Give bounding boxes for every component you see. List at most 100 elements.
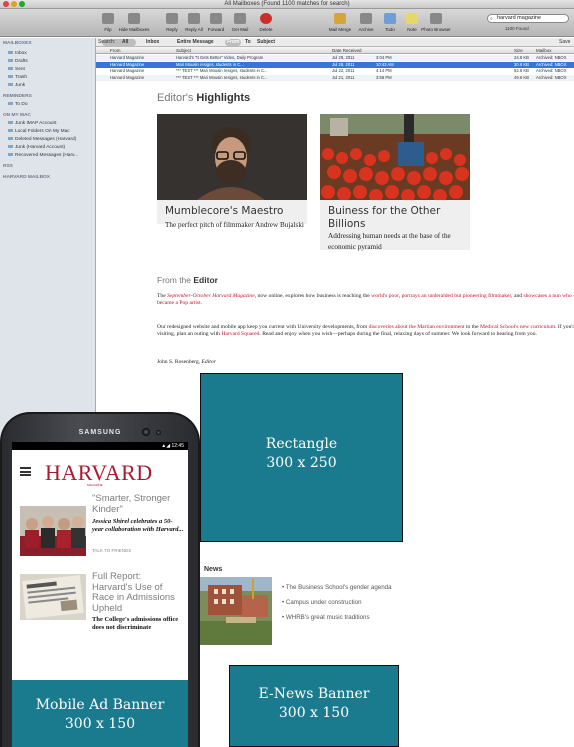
message-from: Harvard Magazine	[110, 74, 145, 80]
flip-button[interactable]: Filp	[96, 11, 120, 35]
phone-screen: ▲◢ 12:45 HARVARD MAGAZINE "Smarter, Stro…	[12, 442, 188, 747]
todo-icon	[384, 13, 396, 24]
message-mailbox: Archived: NBOX	[536, 61, 567, 67]
sidebar-mailbox-item[interactable]: Deleted Messages (Harvard)	[0, 136, 96, 143]
story-2-headline: Full Report: Harvard's Use of Race in Ad…	[92, 571, 175, 614]
column-size[interactable]: Size	[514, 47, 523, 54]
toolbar: Filp Hide Mailboxes Reply Reply All Forw…	[0, 9, 574, 37]
campus-construction-photo[interactable]	[200, 577, 272, 645]
folder-icon	[8, 83, 13, 87]
search-result-count: 1100 Found	[505, 26, 529, 31]
forward-icon	[210, 13, 222, 24]
sidebar-mailbox-item[interactable]: Sent	[0, 66, 96, 73]
enews-banner-ad-placeholder[interactable]: E-News Banner 300 x 150	[229, 665, 399, 747]
rectangle-ad-placeholder[interactable]: Rectangle 300 x 250	[200, 373, 403, 542]
message-row[interactable]: Harvard Magazine Mari Mousin resigns, stu…	[96, 61, 574, 68]
message-mailbox: Archived: NBOX	[536, 55, 567, 60]
filmmaker-link[interactable]: portrays an underalded but pioneering fi…	[402, 293, 512, 299]
scope-from[interactable]: From	[227, 38, 240, 47]
curriculum-link[interactable]: Medical School's new curriculum	[480, 324, 555, 330]
mobile-ad-banner-placeholder[interactable]: Mobile Ad Banner 300 x 150	[12, 680, 188, 747]
news-item-2[interactable]: • Campus under construction	[282, 599, 362, 606]
story-1-photo	[20, 506, 86, 556]
martian-link[interactable]: discoveries about the Martian environmen…	[369, 324, 465, 330]
scope-subject[interactable]: Subject	[257, 38, 275, 47]
worlds-poor-link[interactable]: world's poor	[371, 293, 399, 299]
sidebar-mailbox-item[interactable]: To Do	[0, 101, 96, 108]
sidebar-mailbox-item[interactable]: Local Folders On My Mac	[0, 128, 96, 135]
message-size: 49.6 KB	[514, 74, 529, 80]
news-item-1[interactable]: • The Business School's gender agenda	[282, 584, 392, 591]
sidebar-mailbox-item[interactable]: Junk IMAP Account	[0, 120, 96, 127]
news-heading: News	[204, 566, 223, 573]
folder-icon	[8, 75, 13, 79]
message-subject: *** TEST *** Mari Mousin resigns, studen…	[176, 74, 268, 80]
photo-browser-button[interactable]: Photo Browser	[421, 11, 451, 35]
message-subject: Mari Mousin resigns, students in C...	[176, 61, 244, 67]
delete-button[interactable]: Delete	[254, 11, 278, 35]
message-mailbox: Archived: NBOX	[536, 68, 567, 73]
sidebar-mailbox-item[interactable]: Junk	[0, 82, 96, 89]
message-size: 30.6 KB	[514, 61, 529, 67]
message-size: 24.8 KB	[514, 55, 529, 60]
folder-icon	[8, 67, 13, 71]
search-input[interactable]: ⌕ harvard magazine	[487, 14, 569, 23]
message-from: Harvard Magazine	[110, 55, 145, 60]
scope-entire-message[interactable]: Entire Message	[177, 38, 214, 47]
column-mailbox[interactable]: Mailbox	[536, 47, 552, 54]
column-from[interactable]: From	[110, 47, 121, 54]
card-description: Addressing human needs at the base of th…	[328, 232, 451, 251]
flip-icon	[102, 13, 114, 24]
sidebar-mailbox-item[interactable]: Junk (Harvard Account)	[0, 144, 96, 151]
sidebar-mailbox-item[interactable]: Recovered Messages (Harv...	[0, 152, 96, 159]
message-from: Harvard Magazine	[110, 61, 145, 67]
mail-merge-button[interactable]: Mail Merge	[328, 11, 352, 35]
news-item-3[interactable]: • WHRB's great music traditions	[282, 614, 370, 621]
message-time: 10:43 AM	[376, 61, 394, 67]
highlight-card-maestro[interactable]: Mumblecore's Maestro The perfect pitch o…	[157, 114, 307, 229]
message-date: Jul 29, 2011	[332, 55, 355, 60]
save-search-button[interactable]: Save	[559, 38, 570, 47]
menu-icon[interactable]	[20, 467, 31, 476]
column-subject[interactable]: Subject	[176, 47, 191, 54]
sidebar-section-heading: HARVARD MAILBOX	[3, 175, 50, 180]
column-date[interactable]: Date Received	[332, 47, 362, 54]
sidebar-mailbox-item[interactable]: Trash	[0, 74, 96, 81]
scope-label: Search:	[98, 39, 116, 45]
mobile-masthead: HARVARD MAGAZINE	[12, 450, 188, 488]
card-title: Mumblecore's Maestro	[165, 205, 284, 217]
title-bar: All Mailboxes (Found 1100 matches for se…	[0, 0, 574, 9]
scope-inbox[interactable]: Inbox	[146, 38, 159, 47]
sidebar-section-heading: ON MY MAC	[3, 113, 31, 118]
message-date: Jul 21, 2011	[332, 74, 355, 80]
status-time: 12:45	[171, 443, 184, 449]
folder-icon	[8, 121, 13, 125]
sidebar-mailbox-item[interactable]: Drafts	[0, 58, 96, 65]
magazine-link[interactable]: September-October Harvard Magazine	[167, 293, 255, 299]
folder-icon	[8, 102, 13, 106]
message-row[interactable]: Harvard Magazine Harvard's "It Gets Bette…	[96, 55, 574, 61]
get-mail-button[interactable]: Get Mail	[228, 11, 252, 35]
scope-all[interactable]: All	[122, 38, 128, 47]
folder-icon	[8, 145, 13, 149]
maestro-photo	[157, 114, 307, 200]
editor-paragraph-1: The September-October Harvard Magazine, …	[157, 293, 572, 307]
harvard-squared-link[interactable]: Harvard Squared	[221, 331, 259, 337]
story-1-headline: "Smarter, Stronger Kinder"	[92, 493, 171, 515]
hide-mailboxes-button[interactable]: Hide Mailboxes	[119, 11, 149, 35]
sidebar-section-heading: REMINDERS	[3, 94, 32, 99]
scope-to[interactable]: To	[245, 38, 251, 47]
message-row[interactable]: Harvard Magazine *** TEST *** Mari Mousin…	[96, 68, 574, 74]
photo-icon	[430, 13, 442, 24]
story-1-summary: Jessica Shirel celebrates a 50-year coll…	[92, 518, 184, 533]
reply-all-icon	[188, 13, 200, 24]
note-icon	[406, 13, 418, 24]
archive-icon	[360, 13, 372, 24]
get-mail-icon	[234, 13, 246, 24]
message-row[interactable]: Harvard Magazine *** TEST *** Mari Mousin…	[96, 74, 574, 81]
sidebar-mailbox-item[interactable]: Inbox	[0, 50, 96, 57]
highlight-card-billions[interactable]: Buiness for the Other Billions Addressin…	[320, 114, 470, 251]
search-icon: ⌕	[490, 16, 493, 22]
phone-mockup: SAMSUNG ▲◢ 12:45 HARVARD MAGAZINE "Smart…	[0, 412, 200, 747]
status-bar: ▲◢ 12:45	[12, 442, 188, 450]
